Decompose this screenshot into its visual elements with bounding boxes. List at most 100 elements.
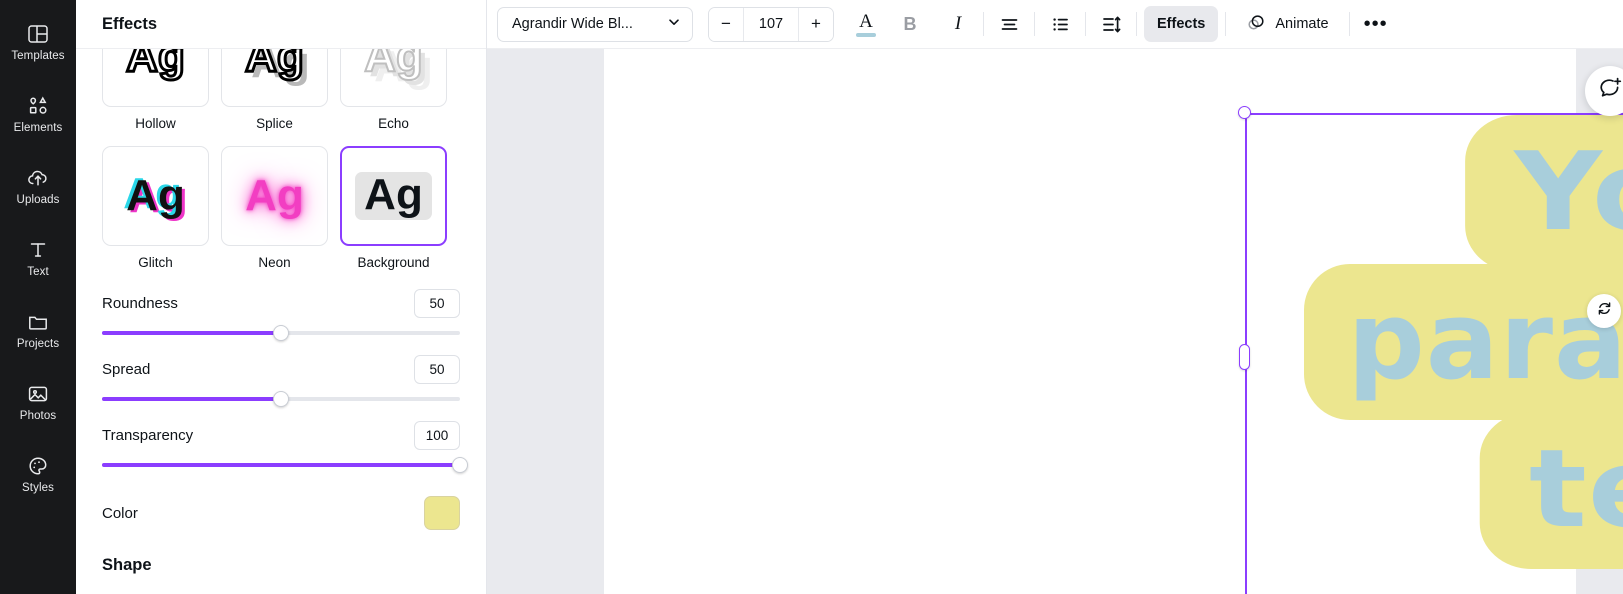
sidebar-item-label: Elements (13, 121, 63, 134)
bold-button[interactable]: B (892, 6, 928, 42)
resize-handle-top-left[interactable] (1238, 106, 1251, 119)
effect-sample-backdrop: Ag (355, 171, 432, 220)
spread-row: Spread 50 (102, 354, 460, 384)
effect-thumbnail-selected[interactable]: Ag (340, 145, 447, 246)
styles-icon (26, 454, 50, 478)
bullet-list-button[interactable] (1042, 6, 1078, 42)
slider-fill (102, 463, 460, 467)
sidebar-item-label: Photos (19, 409, 57, 422)
animate-icon (1246, 12, 1267, 37)
more-options-button[interactable]: ••• (1357, 6, 1395, 42)
effect-thumbnail[interactable]: Ag (221, 49, 328, 107)
effect-sample-glyph: Ag (363, 49, 424, 81)
effects-button[interactable]: Effects (1144, 6, 1219, 42)
color-swatch[interactable] (424, 496, 460, 530)
font-family-select[interactable]: Agrandir Wide Bl... (497, 6, 693, 42)
slider-fill (102, 397, 281, 401)
effect-sample-glyph: Ag (125, 49, 187, 81)
sidebar-item-elements[interactable]: Elements (0, 78, 76, 150)
canvas-stage[interactable]: Your paragraph text (487, 49, 1623, 594)
shape-section-title: Shape (102, 556, 152, 574)
transparency-slider[interactable] (102, 450, 468, 482)
effect-option-splice[interactable]: Ag Splice (221, 49, 328, 146)
line-spacing-button[interactable] (1093, 6, 1129, 42)
effect-label: Background (357, 254, 430, 270)
editor-right: Agrandir Wide Bl... − 107 + A B I Effect… (487, 0, 1623, 594)
sidebar-item-text[interactable]: Text (0, 222, 76, 294)
effect-option-echo[interactable]: Ag Echo (340, 49, 447, 146)
font-size-decrease-button[interactable]: − (709, 7, 743, 41)
text-line: Your (1464, 115, 1623, 272)
templates-icon (26, 22, 50, 46)
effects-grid: Ag Hollow Ag Splice Ag Echo Ag Glitch Ag… (102, 49, 460, 284)
effect-option-hollow[interactable]: Ag Hollow (102, 49, 209, 146)
projects-icon (26, 310, 50, 334)
slider-thumb[interactable] (273, 325, 289, 341)
align-icon (999, 14, 1020, 35)
sidebar-item-label: Templates (11, 49, 65, 62)
font-size-increase-button[interactable]: + (799, 7, 833, 41)
effect-option-glitch[interactable]: Ag Glitch (102, 145, 209, 285)
slider-thumb[interactable] (273, 391, 289, 407)
effect-label: Hollow (135, 116, 176, 131)
text-element[interactable]: Your paragraph text (1238, 106, 1623, 594)
effect-label: Splice (256, 116, 293, 131)
rotate-button[interactable] (1587, 294, 1621, 328)
elements-icon (26, 94, 50, 118)
text-line: paragraph (1303, 263, 1623, 421)
toolbar-divider (1225, 12, 1227, 36)
text-align-button[interactable] (991, 6, 1027, 42)
toolbar-divider (983, 12, 984, 36)
effect-thumbnail[interactable]: Ag (221, 145, 328, 246)
effect-sample-glyph: Ag (126, 170, 185, 220)
sidebar-item-projects[interactable]: Projects (0, 294, 76, 366)
effect-thumbnail[interactable]: Ag (102, 145, 209, 246)
sidebar-item-styles[interactable]: Styles (0, 438, 76, 510)
animate-label: Animate (1275, 16, 1329, 32)
effect-option-background[interactable]: Ag Background (340, 145, 447, 285)
effects-panel-header: Effects (76, 0, 486, 49)
effect-option-neon[interactable]: Ag Neon (221, 145, 328, 285)
resize-handle-left[interactable] (1239, 343, 1250, 370)
color-row: Color (102, 496, 460, 530)
effect-sample-glyph: Ag (244, 49, 306, 81)
slider-thumb[interactable] (452, 457, 468, 473)
effect-thumbnail[interactable]: Ag (340, 49, 447, 107)
text-color-button[interactable]: A (848, 6, 884, 42)
transparency-input[interactable]: 100 (414, 420, 460, 450)
effect-label: Neon (258, 254, 291, 270)
effect-thumbnail[interactable]: Ag (102, 49, 209, 107)
rotate-icon (1596, 300, 1613, 322)
bullet-list-icon (1050, 14, 1071, 35)
add-comment-button[interactable] (1585, 66, 1623, 116)
italic-label: I (954, 13, 962, 34)
sidebar-item-uploads[interactable]: Uploads (0, 150, 76, 222)
color-label: Color (102, 504, 138, 522)
bold-label: B (903, 13, 917, 34)
text-icon (26, 238, 50, 262)
sidebar-item-photos[interactable]: Photos (0, 366, 76, 438)
font-size-input[interactable]: 107 (743, 7, 799, 41)
text-line: text (1479, 412, 1623, 569)
slider-fill (102, 331, 281, 335)
spread-slider[interactable] (102, 384, 460, 416)
roundness-input[interactable]: 50 (414, 288, 460, 318)
text-color-indicator (856, 32, 876, 37)
animate-button[interactable]: Animate (1233, 6, 1341, 42)
transparency-label: Transparency (102, 426, 194, 444)
design-page[interactable]: Your paragraph text (604, 49, 1623, 594)
transparency-row: Transparency 100 (102, 420, 460, 450)
roundness-slider[interactable] (102, 318, 460, 350)
text-color-letter: A (859, 10, 873, 32)
left-sidebar: Templates Elements Uploads Text Projects… (0, 0, 76, 594)
uploads-icon (26, 166, 50, 190)
italic-button[interactable]: I (940, 6, 976, 42)
page-title: Effects (102, 14, 158, 33)
effects-panel: Effects Ag Hollow Ag Splice Ag Echo Ag G… (76, 0, 487, 594)
font-size-stepper: − 107 + (708, 6, 834, 42)
sidebar-item-label: Uploads (16, 193, 60, 206)
effects-panel-body: Ag Hollow Ag Splice Ag Echo Ag Glitch Ag… (76, 49, 486, 594)
sidebar-item-templates[interactable]: Templates (0, 6, 76, 78)
font-family-value: Agrandir Wide Bl... (512, 16, 633, 32)
spread-input[interactable]: 50 (414, 354, 460, 384)
